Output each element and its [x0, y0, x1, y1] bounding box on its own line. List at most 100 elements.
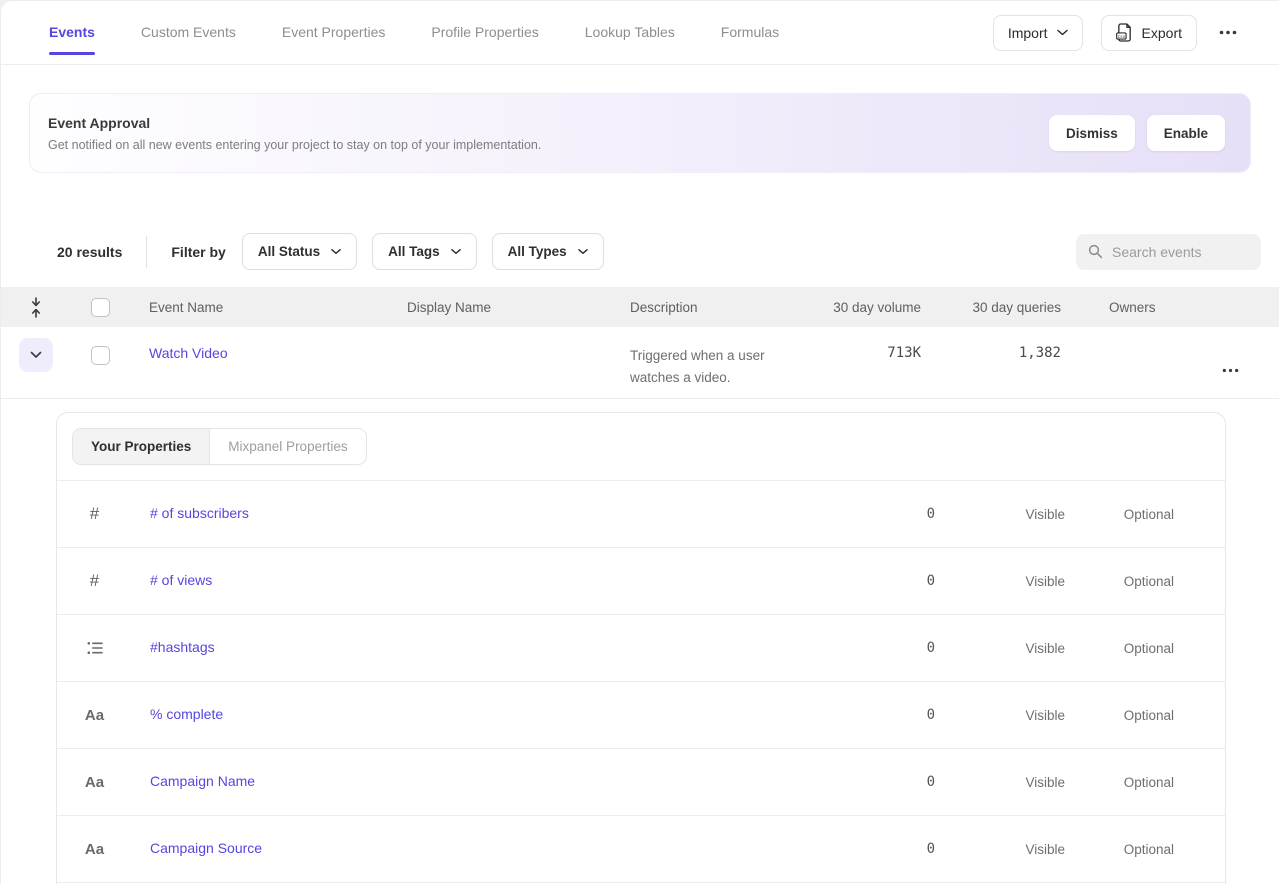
export-button-label: Export	[1142, 25, 1182, 41]
property-name-link[interactable]: #hashtags	[150, 639, 215, 655]
property-row: Aa Campaign Source 0 Visible Optional	[57, 816, 1225, 883]
enable-button[interactable]: Enable	[1147, 115, 1225, 151]
types-filter-value: All Types	[508, 244, 567, 259]
property-visibility: Visible	[935, 641, 1065, 656]
ellipsis-icon	[1222, 368, 1239, 373]
lexicon-events-page: Events Custom Events Event Properties Pr…	[0, 0, 1279, 884]
more-options-button[interactable]	[1215, 26, 1241, 39]
svg-text:csv: csv	[1117, 35, 1125, 40]
property-row: # # of views 0 Visible Optional	[57, 548, 1225, 615]
property-count: 0	[767, 841, 935, 857]
divider	[146, 236, 147, 268]
property-visibility: Visible	[935, 507, 1065, 522]
property-name-link[interactable]: # of subscribers	[150, 505, 249, 521]
column-display-name: Display Name	[387, 300, 610, 315]
property-visibility: Visible	[935, 574, 1065, 589]
event-row-watch-video: Watch Video Triggered when a user watche…	[1, 327, 1279, 399]
select-all-checkbox[interactable]	[91, 298, 110, 317]
property-count: 0	[767, 506, 935, 522]
tab-lookup-tables[interactable]: Lookup Tables	[585, 1, 675, 64]
event-display-name	[387, 327, 610, 398]
properties-tabs: Your Properties Mixpanel Properties	[57, 413, 1225, 481]
events-table-header: Event Name Display Name Description 30 d…	[1, 287, 1279, 327]
property-name-link[interactable]: % complete	[150, 706, 223, 722]
collapse-row-button[interactable]	[19, 338, 53, 372]
banner-description: Get notified on all new events entering …	[48, 138, 541, 152]
property-visibility: Visible	[935, 842, 1065, 857]
collapse-arrows-icon	[29, 297, 43, 318]
dismiss-button[interactable]: Dismiss	[1049, 115, 1135, 151]
property-name-link[interactable]: Campaign Name	[150, 773, 255, 789]
property-requirement: Optional	[1065, 708, 1174, 723]
property-requirement: Optional	[1065, 775, 1174, 790]
search-icon	[1088, 244, 1103, 259]
chevron-down-icon	[1057, 29, 1068, 36]
search-input[interactable]	[1112, 244, 1249, 260]
property-visibility: Visible	[935, 775, 1065, 790]
column-description: Description	[610, 300, 801, 315]
banner-text: Event Approval Get notified on all new e…	[48, 115, 541, 152]
status-filter-dropdown[interactable]: All Status	[242, 233, 357, 270]
status-filter-value: All Status	[258, 244, 320, 259]
property-requirement: Optional	[1065, 641, 1174, 656]
property-count: 0	[767, 707, 935, 723]
column-30-day-queries: 30 day queries	[921, 300, 1061, 315]
chevron-down-icon	[578, 248, 588, 255]
event-row-checkbox[interactable]	[91, 346, 110, 365]
chevron-down-icon	[451, 248, 461, 255]
import-button[interactable]: Import	[993, 15, 1083, 51]
property-requirement: Optional	[1065, 574, 1174, 589]
property-count: 0	[767, 640, 935, 656]
event-properties-panel: Your Properties Mixpanel Properties # # …	[56, 412, 1226, 884]
event-name-link[interactable]: Watch Video	[149, 345, 228, 361]
list-type-icon	[87, 641, 103, 655]
row-more-options-button[interactable]	[1218, 343, 1243, 398]
tab-formulas[interactable]: Formulas	[721, 1, 779, 64]
event-description: Triggered when a user watches a video.	[610, 327, 801, 398]
property-requirement: Optional	[1065, 507, 1174, 522]
property-name-link[interactable]: # of views	[150, 572, 212, 588]
csv-file-icon: csv	[1116, 23, 1133, 42]
text-type-icon: Aa	[85, 841, 104, 858]
number-type-icon: #	[90, 571, 99, 591]
ellipsis-icon	[1219, 30, 1237, 35]
tab-your-properties[interactable]: Your Properties	[73, 429, 210, 464]
event-30-day-queries: 1,382	[921, 327, 1061, 398]
tags-filter-value: All Tags	[388, 244, 440, 259]
event-approval-banner: Event Approval Get notified on all new e…	[29, 93, 1251, 173]
column-event-name: Event Name	[129, 300, 387, 315]
text-type-icon: Aa	[85, 707, 104, 724]
property-row: # # of subscribers 0 Visible Optional	[57, 481, 1225, 548]
topbar-actions: Import csv Export	[993, 15, 1241, 51]
property-visibility: Visible	[935, 708, 1065, 723]
tab-profile-properties[interactable]: Profile Properties	[431, 1, 538, 64]
filter-toolbar: 20 results Filter by All Status All Tags…	[1, 233, 1279, 270]
chevron-down-icon	[30, 351, 42, 359]
text-type-icon: Aa	[85, 774, 104, 791]
properties-tab-group: Your Properties Mixpanel Properties	[72, 428, 367, 465]
export-button[interactable]: csv Export	[1101, 15, 1197, 51]
event-owners	[1061, 327, 1181, 398]
tab-mixpanel-properties[interactable]: Mixpanel Properties	[210, 429, 365, 464]
tab-events[interactable]: Events	[49, 1, 95, 64]
results-count: 20 results	[57, 244, 122, 260]
event-30-day-volume: 713K	[801, 327, 921, 398]
chevron-down-icon	[331, 248, 341, 255]
tab-custom-events[interactable]: Custom Events	[141, 1, 236, 64]
number-type-icon: #	[90, 504, 99, 524]
property-row: Aa Campaign Name 0 Visible Optional	[57, 749, 1225, 816]
tab-event-properties[interactable]: Event Properties	[282, 1, 386, 64]
search-events-box	[1076, 234, 1261, 270]
property-name-link[interactable]: Campaign Source	[150, 840, 262, 856]
collapse-all-button[interactable]	[25, 293, 47, 322]
column-owners: Owners	[1061, 300, 1181, 315]
property-requirement: Optional	[1065, 842, 1174, 857]
property-count: 0	[767, 774, 935, 790]
import-button-label: Import	[1008, 25, 1048, 41]
property-row: #hashtags 0 Visible Optional	[57, 615, 1225, 682]
property-count: 0	[767, 573, 935, 589]
types-filter-dropdown[interactable]: All Types	[492, 233, 604, 270]
top-navigation: Events Custom Events Event Properties Pr…	[1, 1, 1279, 65]
tags-filter-dropdown[interactable]: All Tags	[372, 233, 477, 270]
property-row: Aa % complete 0 Visible Optional	[57, 682, 1225, 749]
